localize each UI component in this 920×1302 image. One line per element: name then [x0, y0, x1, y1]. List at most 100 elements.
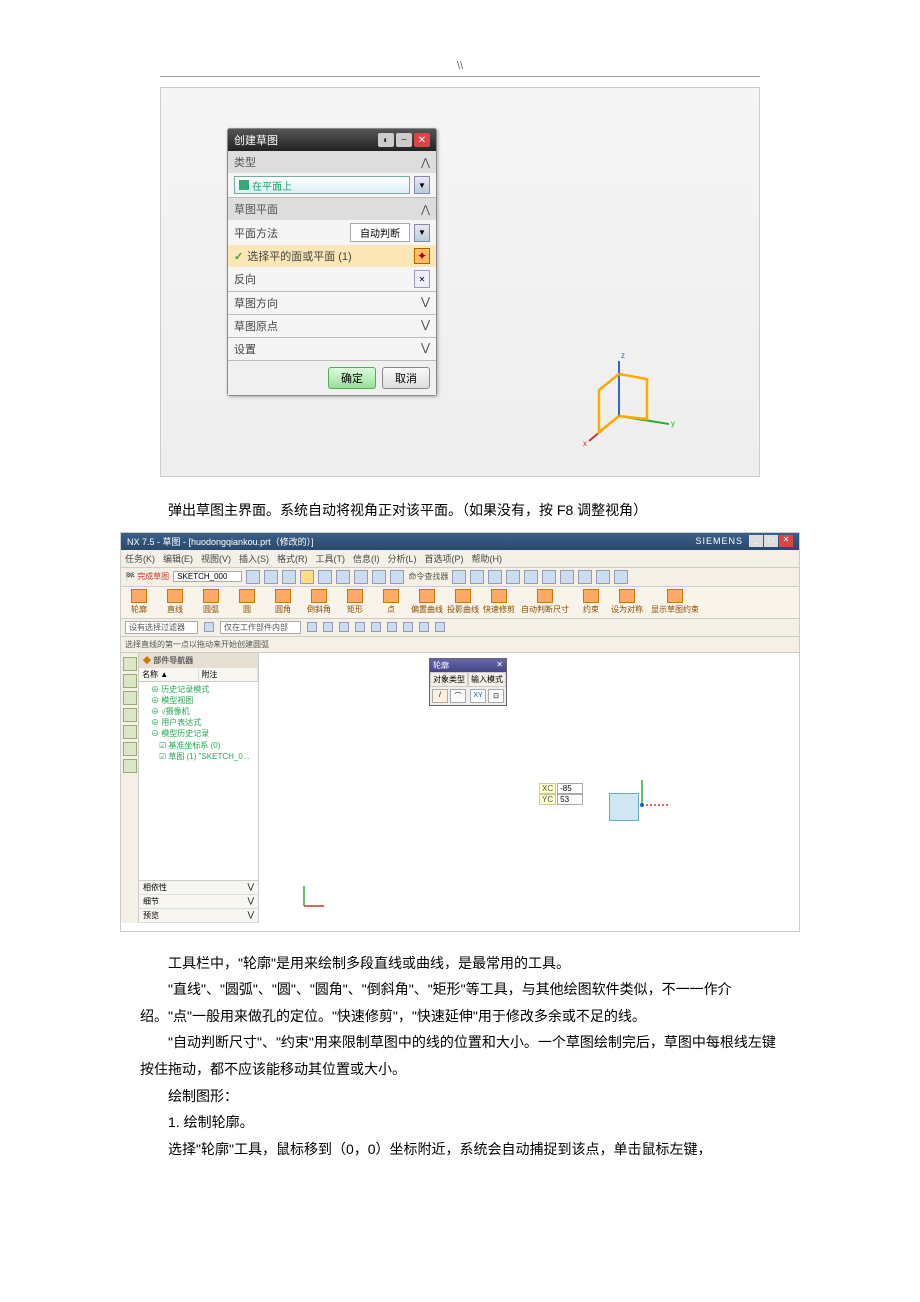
toolbar-icon[interactable] — [470, 570, 484, 584]
nav-tab-icon[interactable] — [123, 691, 137, 705]
tree-item[interactable]: ⊕ 用户表达式 — [143, 717, 254, 728]
menu-item[interactable]: 任务(K) — [125, 552, 155, 565]
filter-icon[interactable] — [435, 622, 445, 632]
sketch-name-combo[interactable]: SKETCH_000 — [173, 571, 242, 582]
mini-tab-input-mode[interactable]: 输入模式 — [468, 672, 506, 687]
nav-tab-icon[interactable] — [123, 674, 137, 688]
toolbar-icon[interactable] — [524, 570, 538, 584]
section-direction[interactable]: 草图方向⋁ — [228, 292, 436, 315]
tree-item[interactable]: ⊖ 模型历史记录 — [143, 728, 254, 739]
save-icon[interactable] — [300, 570, 314, 584]
toolbar-icon[interactable] — [246, 570, 260, 584]
arc-mode-icon[interactable]: ⌒ — [450, 689, 466, 703]
tool-chamfer[interactable]: 倒斜角 — [301, 587, 337, 618]
type-combo[interactable]: 在平面上 — [234, 176, 410, 194]
filter-scope-combo[interactable]: 仅在工作部件内部 — [220, 621, 301, 634]
filter-icon[interactable] — [419, 622, 429, 632]
filter-icon[interactable] — [371, 622, 381, 632]
redo-icon[interactable] — [390, 570, 404, 584]
close-icon[interactable]: ✕ — [496, 660, 503, 671]
menu-item[interactable]: 编辑(E) — [163, 552, 193, 565]
tool-circle[interactable]: 圆 — [229, 587, 265, 618]
nav-column-note[interactable]: 附注 — [199, 668, 259, 681]
tool-project-curve[interactable]: 投影曲线 — [445, 587, 481, 618]
cancel-button[interactable]: 取消 — [382, 367, 430, 389]
menu-item[interactable]: 帮助(H) — [472, 552, 503, 565]
menu-item[interactable]: 分析(L) — [388, 552, 417, 565]
nav-tab-icon[interactable] — [123, 759, 137, 773]
section-origin[interactable]: 草图原点⋁ — [228, 315, 436, 338]
tool-quick-trim[interactable]: 快速修剪 — [481, 587, 517, 618]
tool-constraint[interactable]: 约束 — [573, 587, 609, 618]
toolbar-icon[interactable] — [614, 570, 628, 584]
minimize-icon[interactable]: _ — [749, 535, 763, 547]
section-settings[interactable]: 设置⋁ — [228, 338, 436, 361]
toolbar-icon[interactable] — [506, 570, 520, 584]
tool-point[interactable]: 点 — [373, 587, 409, 618]
finish-sketch-button[interactable]: 🏁 完成草图 — [125, 571, 169, 582]
tool-offset-curve[interactable]: 偏置曲线 — [409, 587, 445, 618]
toolbar-icon[interactable] — [264, 570, 278, 584]
method-dropdown-button[interactable]: ▼ — [414, 224, 430, 242]
graphics-canvas[interactable]: 轮廓✕ 对象类型 输入模式 / ⌒ XY ⊡ XC-85 YC53 — [259, 653, 799, 923]
mini-tab-object-type[interactable]: 对象类型 — [430, 672, 468, 687]
toolbar-icon[interactable] — [488, 570, 502, 584]
nav-tab-icon[interactable] — [123, 725, 137, 739]
filter-icon[interactable] — [403, 622, 413, 632]
chevron-up-icon[interactable]: ⋀ — [421, 203, 430, 216]
filter-icon[interactable] — [307, 622, 317, 632]
tree-item[interactable]: ☑ 草图 (1) "SKETCH_0... — [143, 751, 254, 762]
nav-tab-icon[interactable] — [123, 742, 137, 756]
filter-icon[interactable] — [355, 622, 365, 632]
tree-item[interactable]: ⊕ √摄像机 — [143, 706, 254, 717]
pin-icon[interactable]: ◐ — [378, 133, 394, 147]
tool-fillet[interactable]: 圆角 — [265, 587, 301, 618]
toolbar-icon[interactable] — [596, 570, 610, 584]
menu-item[interactable]: 工具(T) — [316, 552, 346, 565]
menu-item[interactable]: 首选项(P) — [425, 552, 464, 565]
chevron-up-icon[interactable]: ⋀ — [421, 156, 430, 169]
toolbar-icon[interactable] — [282, 570, 296, 584]
nav-tree[interactable]: ⊕ 历史记录模式 ⊕ 模型视图 ⊕ √摄像机 ⊕ 用户表达式 ⊖ 模型历史记录 … — [139, 682, 258, 880]
toolbar-icon[interactable] — [542, 570, 556, 584]
filter-icon[interactable] — [204, 622, 214, 632]
menu-item[interactable]: 信息(I) — [353, 552, 380, 565]
tool-arc[interactable]: 圆弧 — [193, 587, 229, 618]
nav-tab-icon[interactable] — [123, 708, 137, 722]
toolbar-icon[interactable] — [318, 570, 332, 584]
undo-icon[interactable] — [372, 570, 386, 584]
menu-item[interactable]: 插入(S) — [239, 552, 269, 565]
tool-rectangle[interactable]: 矩形 — [337, 587, 373, 618]
ok-button[interactable]: 确定 — [328, 367, 376, 389]
nav-section[interactable]: 相依性⋁ — [139, 881, 258, 895]
toolbar-icon[interactable] — [336, 570, 350, 584]
maximize-icon[interactable]: □ — [764, 535, 778, 547]
type-dropdown-button[interactable]: ▼ — [414, 176, 430, 194]
toolbar-icon[interactable] — [354, 570, 368, 584]
pick-face-button[interactable]: ✦ — [414, 248, 430, 264]
yc-value[interactable]: 53 — [557, 794, 583, 805]
tree-item[interactable]: ⊕ 模型视图 — [143, 695, 254, 706]
nav-section[interactable]: 预览⋁ — [139, 909, 258, 923]
tool-line[interactable]: 直线 — [157, 587, 193, 618]
tool-make-symmetric[interactable]: 设为对称 — [609, 587, 645, 618]
tool-auto-dimension[interactable]: 自动判断尺寸 — [517, 587, 573, 618]
filter-icon[interactable] — [323, 622, 333, 632]
toolbar-icon[interactable] — [578, 570, 592, 584]
toolbar-icon[interactable] — [560, 570, 574, 584]
plane-method-value[interactable]: 自动判断 — [350, 223, 410, 242]
minimize-icon[interactable]: − — [396, 133, 412, 147]
xy-mode-button[interactable]: XY — [470, 689, 486, 703]
reverse-button[interactable]: ✕ — [414, 270, 430, 288]
menu-item[interactable]: 格式(R) — [277, 552, 308, 565]
param-mode-icon[interactable]: ⊡ — [488, 689, 504, 703]
tool-show-constraints[interactable]: 显示草图约束 — [645, 587, 705, 618]
menu-item[interactable]: 视图(V) — [201, 552, 231, 565]
xc-value[interactable]: -85 — [557, 783, 583, 794]
tree-item[interactable]: ☑ 基准坐标系 (0) — [143, 740, 254, 751]
filter-icon[interactable] — [387, 622, 397, 632]
nav-tab-icon[interactable] — [123, 657, 137, 671]
nav-section[interactable]: 细节⋁ — [139, 895, 258, 909]
filter-combo[interactable]: 设有选择过滤器 — [125, 621, 198, 634]
close-icon[interactable]: ✕ — [779, 535, 793, 547]
